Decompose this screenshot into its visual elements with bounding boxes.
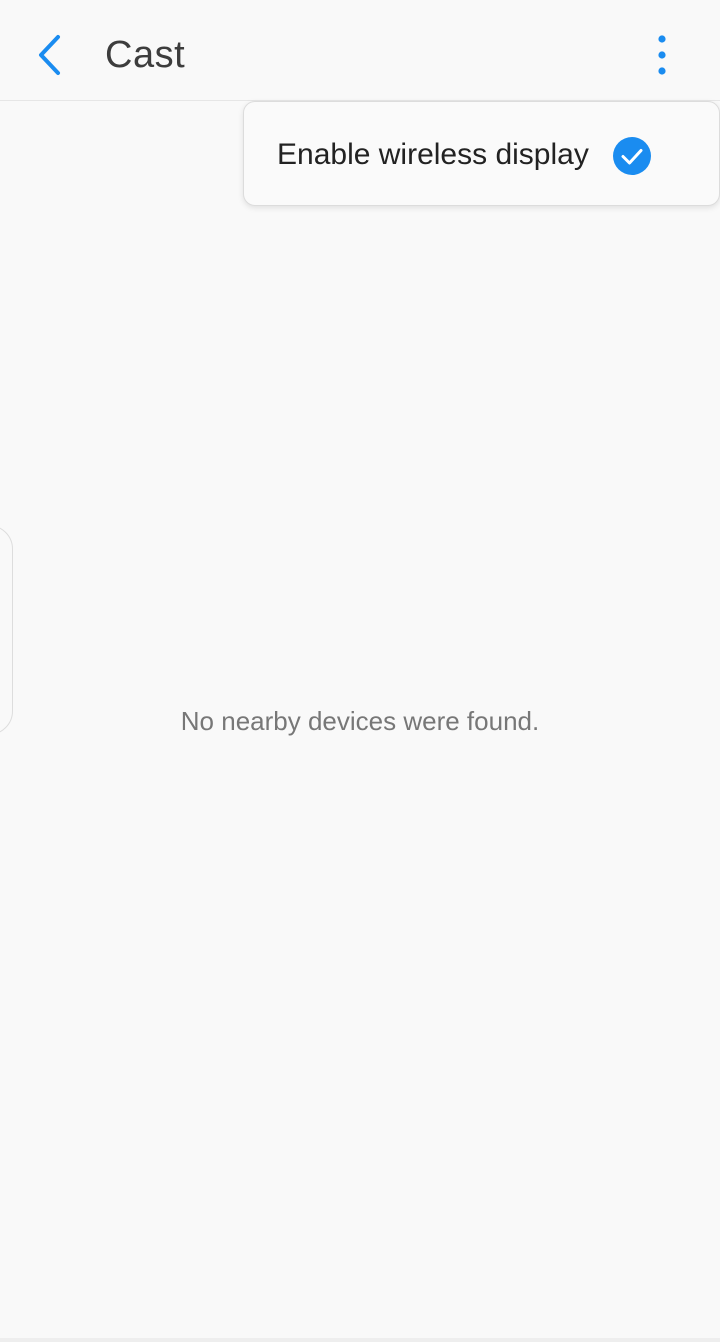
menu-item-label: Enable wireless display <box>277 138 589 171</box>
empty-state-message: No nearby devices were found. <box>180 706 540 736</box>
options-menu: Enable wireless display <box>243 101 720 206</box>
chevron-left-icon <box>36 34 64 76</box>
cast-screen: Cast No nearby devices were found. Enabl… <box>0 0 720 1342</box>
page-title: Cast <box>105 34 186 76</box>
more-options-button[interactable] <box>636 24 688 86</box>
bottom-divider <box>0 1338 720 1342</box>
back-button[interactable] <box>22 22 78 88</box>
app-bar: Cast <box>0 0 720 101</box>
menu-item-enable-wireless-display[interactable]: Enable wireless display <box>244 102 719 205</box>
more-vertical-icon <box>657 35 667 75</box>
check-circle-icon <box>613 137 651 175</box>
